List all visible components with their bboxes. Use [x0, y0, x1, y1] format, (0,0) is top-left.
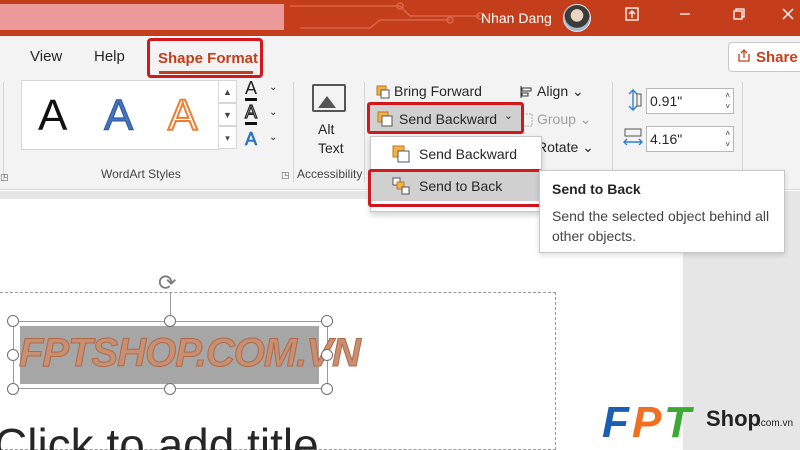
width-spinner-icon[interactable]: ˄ ˅	[725, 128, 730, 150]
text-outline-chevron-icon[interactable]: ⌄	[269, 107, 277, 118]
tooltip-title: Send to Back	[552, 181, 641, 197]
user-name: Nhan Dang	[481, 10, 552, 26]
resize-handle[interactable]	[164, 315, 176, 327]
send-to-back-highlight	[368, 169, 542, 207]
send-backward-label: Send Backward	[399, 111, 498, 127]
active-tab-underline	[159, 71, 253, 74]
resize-handle[interactable]	[7, 383, 19, 395]
resize-handle[interactable]	[164, 383, 176, 395]
group-separator	[3, 82, 4, 182]
text-fill-chevron-icon[interactable]: ⌄	[269, 82, 277, 93]
align-icon	[520, 86, 532, 99]
send-backward-icon	[377, 111, 393, 127]
share-label: Share	[756, 49, 798, 66]
user-avatar[interactable]	[563, 4, 591, 32]
align-button[interactable]: Align ⌄	[519, 83, 584, 100]
ribbon-display-icon[interactable]	[620, 6, 644, 30]
group-button[interactable]: Group ⌄	[519, 111, 592, 128]
title-placeholder-text[interactable]: Click to add title	[0, 418, 319, 450]
send-backward-icon	[392, 145, 410, 163]
group-separator	[612, 82, 613, 182]
wordart-launcher-icon[interactable]: ◳	[281, 170, 290, 181]
group-separator	[293, 82, 294, 182]
group-label: Group	[537, 111, 576, 127]
tooltip-body: Send the selected object behind all othe…	[552, 208, 770, 244]
shape-height-input[interactable]: 0.91" ˄ ˅	[646, 88, 734, 114]
wordart-style-2[interactable]: A	[103, 91, 133, 141]
wordart-text[interactable]: FPTSHOP.COM.VN	[19, 331, 362, 376]
tab-help[interactable]: Help	[94, 48, 125, 65]
menu-item-send-backward-label: Send Backward	[419, 146, 518, 162]
resize-handle[interactable]	[321, 315, 333, 327]
resize-handle[interactable]	[321, 349, 333, 361]
shape-width-value: 4.16"	[650, 131, 683, 147]
send-backward-button[interactable]: Send Backward ⌄	[367, 102, 524, 134]
title-bar: Nhan Dang	[0, 0, 800, 36]
share-button[interactable]: Share	[728, 42, 800, 72]
share-icon	[737, 49, 751, 66]
dialog-launcher-icon[interactable]: ◳	[0, 172, 9, 183]
send-to-back-tooltip: Send to Back Send the selected object be…	[539, 170, 785, 253]
fpt-letter-p: P	[632, 398, 662, 443]
close-icon[interactable]	[776, 6, 800, 30]
rotate-handle-icon[interactable]: ⟳	[158, 270, 176, 296]
accessibility-group-label: Accessibility	[297, 167, 363, 181]
bring-forward-button[interactable]: Bring Forward	[376, 83, 482, 99]
fpt-letter-f: F	[602, 398, 630, 443]
gallery-more-icon[interactable]: ▾	[219, 126, 237, 149]
rotate-label: Rotate	[537, 139, 579, 155]
wordart-group-label: WordArt Styles	[101, 167, 181, 181]
text-effects-chevron-icon[interactable]: ⌄	[269, 132, 277, 143]
title-highlight	[0, 4, 284, 30]
ribbon-tabs: View Help	[0, 36, 800, 78]
tab-shape-format[interactable]: Shape Format	[147, 38, 263, 78]
alt-text-icon[interactable]	[312, 84, 346, 112]
menu-item-send-backward[interactable]: Send Backward	[372, 139, 540, 169]
minimize-icon[interactable]	[673, 6, 697, 30]
align-label: Align	[537, 83, 569, 99]
wordart-gallery-scroll: ▲ ▼ ▾	[219, 80, 237, 150]
resize-handle[interactable]	[7, 349, 19, 361]
chevron-down-icon: ⌄	[503, 110, 513, 122]
shape-height-icon	[628, 89, 642, 111]
text-fill-icon[interactable]: A	[245, 78, 258, 101]
wordart-style-1[interactable]: A	[38, 91, 67, 141]
watermark-domain: .com.vn	[758, 418, 794, 429]
gallery-up-icon[interactable]: ▲	[219, 80, 237, 103]
alt-text-label-2[interactable]: Text	[318, 140, 344, 156]
text-effects-icon[interactable]: A	[245, 129, 258, 150]
fpt-letter-t: T	[664, 398, 694, 443]
fpt-logo: F P T	[602, 398, 694, 443]
group-separator	[742, 82, 743, 182]
resize-handle[interactable]	[7, 315, 19, 327]
tab-shape-format-label: Shape Format	[158, 50, 259, 67]
wordart-gallery: A A A	[21, 80, 219, 150]
gallery-down-icon[interactable]: ▼	[219, 103, 237, 126]
shape-height-value: 0.91"	[650, 93, 683, 109]
watermark-shop: Shop	[706, 406, 761, 431]
tab-view[interactable]: View	[30, 48, 62, 65]
bring-forward-icon	[376, 85, 390, 99]
group-separator	[364, 82, 365, 182]
bring-forward-label: Bring Forward	[394, 83, 482, 99]
restore-icon[interactable]	[727, 6, 751, 30]
shape-width-input[interactable]: 4.16" ˄ ˅	[646, 126, 734, 152]
alt-text-label-1[interactable]: Alt	[318, 121, 334, 137]
text-outline-icon[interactable]: A	[244, 101, 258, 125]
shape-width-icon	[623, 128, 643, 146]
wordart-style-3[interactable]: A	[167, 90, 198, 141]
height-spinner-icon[interactable]: ˄ ˅	[725, 90, 730, 112]
resize-handle[interactable]	[321, 383, 333, 395]
